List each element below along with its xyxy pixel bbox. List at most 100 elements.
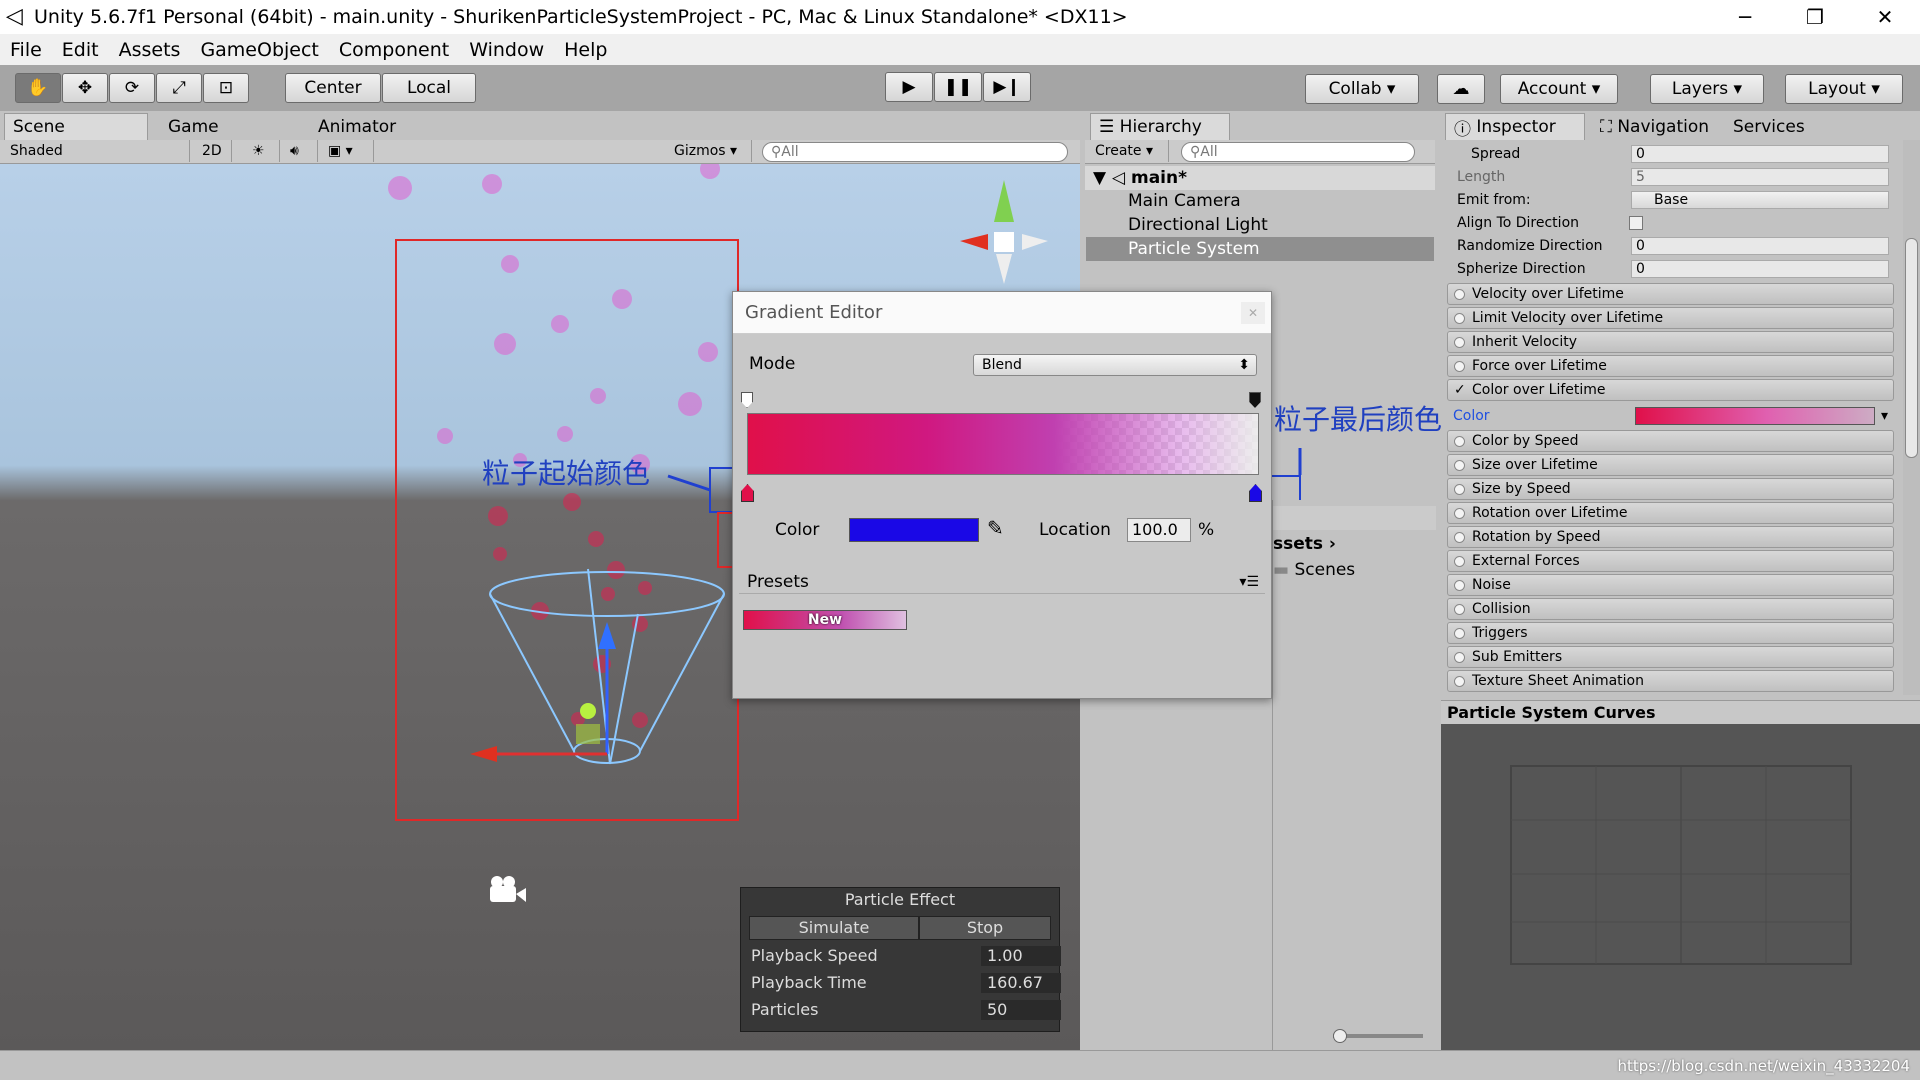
tab-inspector[interactable]: ⓘ Inspector bbox=[1445, 113, 1585, 140]
color-key-start[interactable] bbox=[741, 484, 754, 502]
color-key-end[interactable] bbox=[1249, 484, 1262, 502]
color-gradient-field[interactable] bbox=[1635, 407, 1875, 425]
tab-scene[interactable]: Scene bbox=[4, 113, 148, 140]
particles-field[interactable]: 50 bbox=[981, 1000, 1061, 1020]
simulate-button[interactable]: Simulate bbox=[749, 916, 919, 940]
scene-search-input[interactable]: ⚲All bbox=[762, 142, 1068, 162]
module-force-over-lifetime[interactable]: Force over Lifetime bbox=[1447, 355, 1894, 377]
folder-scenes[interactable]: ▬ Scenes bbox=[1273, 560, 1355, 580]
audio-toggle[interactable]: 🔊︎ bbox=[284, 140, 318, 162]
lighting-toggle[interactable]: ☀ bbox=[246, 140, 280, 162]
module-collision[interactable]: Collision bbox=[1447, 598, 1894, 620]
pivot-handle[interactable] bbox=[580, 703, 596, 719]
module-toggle[interactable] bbox=[1454, 337, 1465, 348]
rect-tool-button[interactable]: ⊡ bbox=[203, 73, 249, 103]
move-tool-button[interactable]: ✥ bbox=[62, 73, 108, 103]
step-button[interactable]: ▶❙ bbox=[983, 72, 1031, 102]
rotate-tool-button[interactable]: ⟳ bbox=[109, 73, 155, 103]
hierarchy-scene-header[interactable]: ▼ ◁ main* bbox=[1085, 166, 1435, 190]
module-velocity-over-lifetime[interactable]: Velocity over Lifetime bbox=[1447, 283, 1894, 305]
collab-button[interactable]: Collab ▾ bbox=[1305, 74, 1419, 104]
gradient-editor-close-button[interactable]: ✕ bbox=[1241, 302, 1265, 324]
assets-breadcrumb[interactable]: ssets › bbox=[1273, 534, 1336, 554]
minimize-button[interactable]: ─ bbox=[1710, 0, 1780, 34]
module-size-over-lifetime[interactable]: Size over Lifetime bbox=[1447, 454, 1894, 476]
hierarchy-item-directional-light[interactable]: Directional Light bbox=[1128, 213, 1428, 237]
module-external-forces[interactable]: External Forces bbox=[1447, 550, 1894, 572]
chevron-down-icon[interactable]: ▾ bbox=[1881, 404, 1888, 428]
pivot-local-button[interactable]: Local bbox=[382, 73, 476, 103]
menu-icon[interactable]: ▾☰ bbox=[1239, 570, 1259, 594]
module-color-over-lifetime[interactable]: ✓ Color over Lifetime bbox=[1447, 379, 1894, 401]
module-toggle[interactable] bbox=[1454, 676, 1465, 687]
2d-toggle[interactable]: 2D bbox=[196, 140, 232, 162]
menu-gameobject[interactable]: GameObject bbox=[190, 39, 328, 61]
tab-navigation[interactable]: ⛶ Navigation bbox=[1592, 113, 1722, 140]
tab-game[interactable]: Game bbox=[160, 113, 280, 140]
x-axis-arrow[interactable] bbox=[470, 746, 497, 762]
alpha-key-end[interactable] bbox=[1249, 392, 1261, 408]
module-inherit-velocity[interactable]: Inherit Velocity bbox=[1447, 331, 1894, 353]
module-toggle[interactable] bbox=[1454, 460, 1465, 471]
module-toggle[interactable] bbox=[1454, 313, 1465, 324]
cloud-button[interactable]: ☁ bbox=[1437, 74, 1485, 104]
module-toggle[interactable] bbox=[1454, 508, 1465, 519]
playback-speed-field[interactable]: 1.00 bbox=[981, 946, 1061, 966]
module-texture-sheet-animation[interactable]: Texture Sheet Animation bbox=[1447, 670, 1894, 692]
hierarchy-search-input[interactable]: ⚲All bbox=[1181, 142, 1415, 162]
prop-spherize-field[interactable]: 0 bbox=[1631, 260, 1889, 278]
close-button[interactable]: ✕ bbox=[1850, 0, 1920, 34]
module-toggle[interactable] bbox=[1454, 604, 1465, 615]
hierarchy-item-particle-system[interactable]: Particle System bbox=[1086, 237, 1434, 261]
stop-button[interactable]: Stop bbox=[919, 916, 1051, 940]
hand-tool-button[interactable]: ✋ bbox=[15, 73, 61, 103]
align-checkbox[interactable] bbox=[1629, 216, 1643, 230]
scrollbar-thumb[interactable] bbox=[1905, 238, 1918, 458]
module-rotation-by-speed[interactable]: Rotation by Speed bbox=[1447, 526, 1894, 548]
module-toggle[interactable] bbox=[1454, 580, 1465, 591]
playback-time-field[interactable]: 160.67 bbox=[981, 973, 1061, 993]
tab-animator[interactable]: Animator bbox=[310, 113, 450, 140]
module-triggers[interactable]: Triggers bbox=[1447, 622, 1894, 644]
module-toggle[interactable] bbox=[1454, 532, 1465, 543]
module-noise[interactable]: Noise bbox=[1447, 574, 1894, 596]
mode-dropdown[interactable]: Blend ⬍ bbox=[973, 354, 1257, 376]
prop-spread-field[interactable]: 0 bbox=[1631, 145, 1889, 163]
menu-edit[interactable]: Edit bbox=[52, 39, 109, 61]
zoom-slider-handle[interactable] bbox=[1333, 1029, 1347, 1043]
plane-handle[interactable] bbox=[576, 724, 600, 744]
module-toggle[interactable] bbox=[1454, 361, 1465, 372]
module-toggle[interactable] bbox=[1454, 556, 1465, 567]
module-toggle[interactable] bbox=[1454, 436, 1465, 447]
layout-button[interactable]: Layout ▾ bbox=[1785, 74, 1903, 104]
menu-assets[interactable]: Assets bbox=[109, 39, 191, 61]
menu-window[interactable]: Window bbox=[459, 39, 554, 61]
pivot-center-button[interactable]: Center bbox=[285, 73, 381, 103]
effects-dropdown[interactable]: ▣ ▾ bbox=[322, 140, 374, 162]
emit-from-dropdown[interactable]: Base bbox=[1631, 191, 1889, 209]
module-toggle[interactable] bbox=[1454, 289, 1465, 300]
module-rotation-over-lifetime[interactable]: Rotation over Lifetime bbox=[1447, 502, 1894, 524]
preset-new[interactable]: New bbox=[743, 610, 907, 630]
tab-services[interactable]: Services bbox=[1725, 113, 1825, 140]
create-dropdown[interactable]: Create ▾ bbox=[1089, 140, 1169, 162]
layers-button[interactable]: Layers ▾ bbox=[1650, 74, 1764, 104]
account-button[interactable]: Account ▾ bbox=[1500, 74, 1618, 104]
scene-gizmo[interactable] bbox=[960, 180, 1048, 284]
maximize-button[interactable]: ❐ bbox=[1780, 0, 1850, 34]
zoom-slider[interactable] bbox=[1333, 1029, 1423, 1043]
gizmos-dropdown[interactable]: Gizmos ▾ bbox=[668, 140, 752, 162]
gradient-preview[interactable] bbox=[747, 413, 1259, 475]
location-input[interactable]: 100.0 bbox=[1127, 518, 1191, 542]
presets-header[interactable]: Presets ▾☰ bbox=[739, 570, 1265, 594]
y-axis-arrow[interactable] bbox=[598, 622, 616, 649]
inspector-scrollbar[interactable] bbox=[1903, 140, 1920, 695]
eyedropper-icon[interactable]: ✎ bbox=[987, 516, 1004, 540]
module-toggle[interactable] bbox=[1454, 628, 1465, 639]
prop-randomize-field[interactable]: 0 bbox=[1631, 237, 1889, 255]
module-color-by-speed[interactable]: Color by Speed bbox=[1447, 430, 1894, 452]
key-color-swatch[interactable] bbox=[849, 518, 979, 542]
module-sub-emitters[interactable]: Sub Emitters bbox=[1447, 646, 1894, 668]
prop-length-field[interactable]: 5 bbox=[1631, 168, 1889, 186]
module-toggle[interactable] bbox=[1454, 652, 1465, 663]
